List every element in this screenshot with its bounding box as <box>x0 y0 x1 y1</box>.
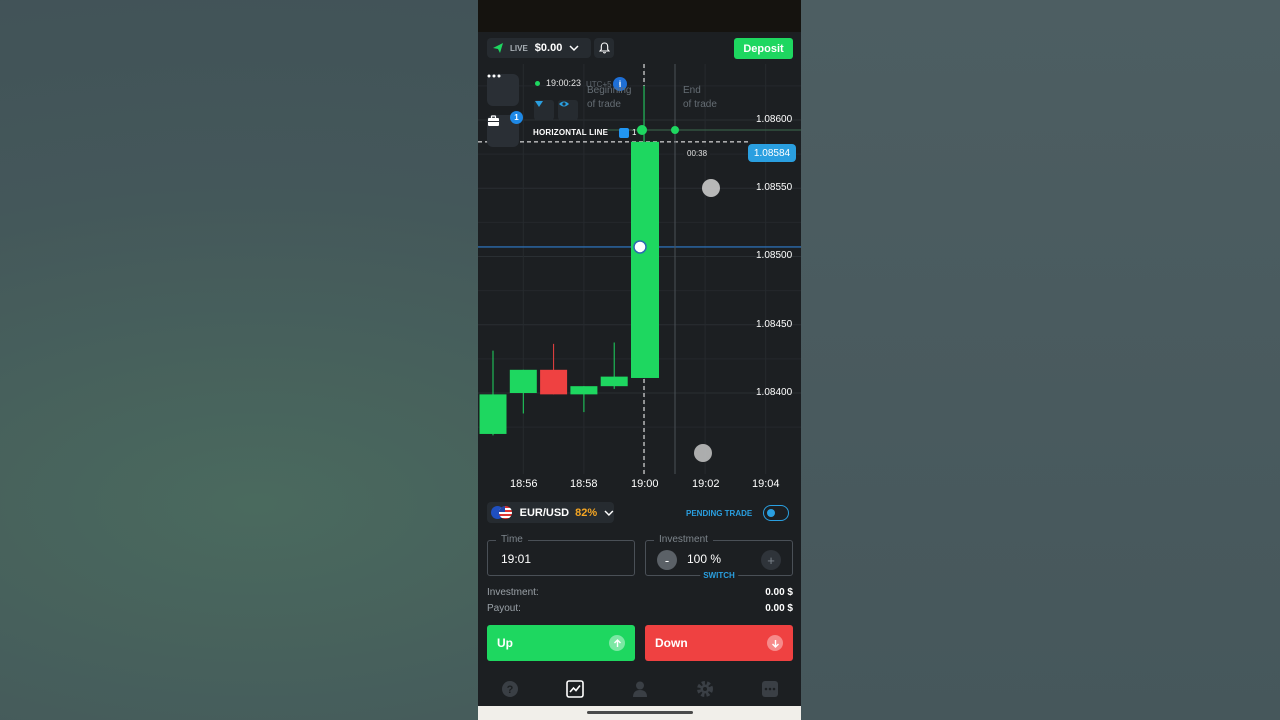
payout-summary-value: 0.00 $ <box>765 603 793 614</box>
beginning-of-trade-label: Beginning of trade <box>587 85 632 110</box>
drawing-tool-label: HORIZONTAL LINE <box>533 128 609 137</box>
currency-flags <box>491 505 513 520</box>
eye-icon <box>559 101 569 107</box>
price-level-label: 1.08400 <box>756 387 793 398</box>
arrow-down-icon <box>767 635 783 651</box>
us-flag-icon <box>499 505 512 519</box>
end-of-trade-label: End of trade <box>683 85 717 110</box>
price-level-label: 1.08600 <box>756 114 793 125</box>
bottom-nav: ? <box>478 672 801 706</box>
pending-trade-toggle[interactable] <box>763 505 789 521</box>
deposit-button[interactable]: Deposit <box>734 38 793 59</box>
trades-portfolio-button[interactable]: 1 <box>487 111 523 147</box>
briefcase-icon <box>488 115 499 126</box>
phone-screen: LIVE $0.00 Deposit 1 19:00:23 UTC+5 i Be… <box>478 0 801 720</box>
drawing-color-swatch[interactable] <box>619 128 629 138</box>
more-icon[interactable] <box>760 679 780 699</box>
trades-count-badge: 1 <box>510 111 523 124</box>
time-axis-label: 18:56 <box>510 478 538 490</box>
candle-body <box>570 386 598 395</box>
up-button[interactable]: Up <box>487 625 635 661</box>
dots-icon <box>487 74 501 78</box>
profile-icon[interactable] <box>630 679 650 699</box>
time-field[interactable]: Time 19:01 <box>487 534 635 576</box>
chevron-down-icon <box>569 45 579 52</box>
investment-summary: Investment: 0.00 $ <box>487 587 793 598</box>
candle-body <box>479 394 507 434</box>
investment-summary-value: 0.00 $ <box>765 587 793 598</box>
price-level-label: 1.08450 <box>756 319 793 330</box>
horizontal-line-handle <box>671 126 679 134</box>
candle-body <box>631 141 659 378</box>
chart-canvas <box>478 64 801 474</box>
time-axis-label: 18:58 <box>570 478 598 490</box>
touch-indicator <box>702 179 720 197</box>
chart-icon[interactable] <box>565 679 585 699</box>
time-field-legend: Time <box>496 534 528 545</box>
online-dot <box>535 80 540 86</box>
help-icon[interactable]: ? <box>500 679 520 699</box>
switch-button[interactable]: SWITCH <box>700 571 738 580</box>
horizontal-line-handle <box>637 125 647 135</box>
asset-selector[interactable]: EUR/USD 82% <box>487 502 614 523</box>
account-balance: $0.00 <box>534 42 563 54</box>
pending-trade-label: PENDING TRADE <box>686 509 753 518</box>
price-chart[interactable]: 1 19:00:23 UTC+5 i Beginning of trade End… <box>478 64 801 498</box>
background-right <box>801 0 1280 720</box>
trade-entry-marker <box>633 240 647 254</box>
bell-icon <box>598 42 610 54</box>
touch-indicator <box>694 444 712 462</box>
investment-summary-label: Investment: <box>487 587 539 598</box>
candle-body <box>600 376 628 387</box>
up-button-label: Up <box>497 636 513 650</box>
investment-field-legend: Investment <box>654 534 713 545</box>
time-axis-label: 19:00 <box>631 478 659 490</box>
down-button[interactable]: Down <box>645 625 793 661</box>
account-mode: LIVE <box>510 43 528 53</box>
increase-button[interactable]: + <box>761 550 781 570</box>
candle-body <box>540 369 568 395</box>
svg-text:?: ? <box>507 684 514 696</box>
price-level-label: 1.08550 <box>756 182 793 193</box>
investment-field-value[interactable]: 100 % <box>687 552 721 566</box>
asset-pair: EUR/USD <box>519 506 570 519</box>
payout-percent: 82% <box>575 506 598 519</box>
down-button-label: Down <box>655 636 688 650</box>
home-indicator <box>587 711 693 714</box>
investment-field[interactable]: Investment - 100 % + SWITCH <box>645 534 793 580</box>
top-bar: LIVE $0.00 Deposit <box>478 32 801 64</box>
candle-countdown: 00:38 <box>684 147 711 160</box>
server-clock: 19:00:23 <box>535 78 581 88</box>
home-indicator-bar <box>478 706 801 720</box>
arrow-up-icon <box>609 635 625 651</box>
account-selector[interactable]: LIVE $0.00 <box>487 38 591 58</box>
current-price-tag: 1.08584 <box>748 144 796 162</box>
status-bar <box>478 0 801 32</box>
more-tools-button[interactable] <box>487 74 519 106</box>
notifications-button[interactable] <box>594 38 614 58</box>
payout-summary: Payout: 0.00 $ <box>487 603 793 614</box>
clock-time: 19:00:23 <box>546 78 582 88</box>
paper-plane-icon <box>493 43 503 53</box>
toggle-knob <box>767 509 775 517</box>
price-level-label: 1.08500 <box>756 250 793 261</box>
triangle-down-icon <box>535 101 543 107</box>
settings-icon[interactable] <box>695 679 715 699</box>
drawing-count: 1 <box>632 128 637 137</box>
time-axis-label: 19:04 <box>752 478 780 490</box>
payout-summary-label: Payout: <box>487 603 521 614</box>
chart-type-dropdown[interactable] <box>534 100 554 120</box>
decrease-button[interactable]: - <box>657 550 677 570</box>
visibility-toggle[interactable] <box>558 100 578 120</box>
time-axis-label: 19:02 <box>692 478 720 490</box>
time-field-value[interactable]: 19:01 <box>501 552 531 566</box>
chevron-down-icon <box>604 510 614 516</box>
candle-body <box>509 369 537 393</box>
